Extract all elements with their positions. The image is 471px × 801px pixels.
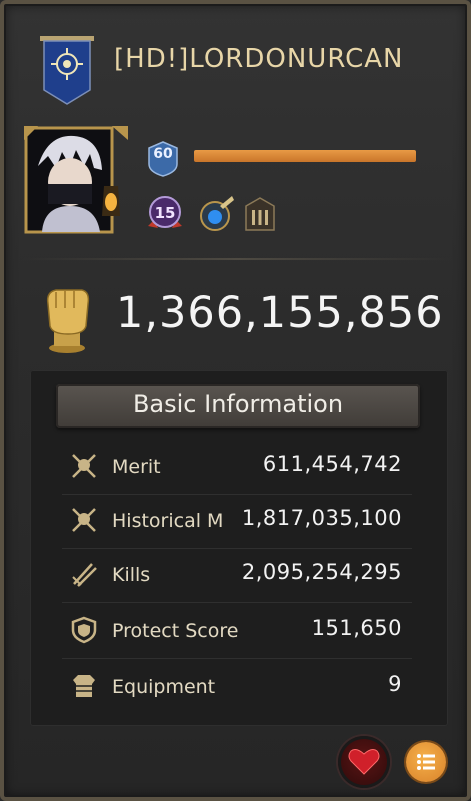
list-icon [417,754,435,770]
stat-value: 151,650 [309,616,402,640]
stat-label: Merit [112,456,161,478]
crossed-swords-skull-icon [72,508,96,532]
stat-label: Protect Score [112,620,239,642]
stat-value: 9 [386,672,402,696]
xp-bar-fill [194,150,416,162]
gem-icon[interactable] [196,192,236,234]
stat-row-protect-score: Protect Score 151,650 [62,608,412,659]
fist-icon [46,289,90,353]
crossed-swords-skull-icon [72,454,96,478]
alliance-banner-icon[interactable] [38,34,96,106]
shield-icon [71,616,97,644]
stat-label: Historical M [112,510,224,532]
stat-label: Kills [112,564,151,586]
heart-icon [348,749,380,775]
power-value: 1,366,155,856 [116,288,444,338]
museum-icon[interactable] [244,196,276,232]
player-avatar[interactable] [24,126,128,238]
like-button[interactable] [338,736,390,788]
stat-value: 2,095,254,295 [239,560,402,584]
stat-value: 1,817,035,100 [239,506,402,530]
stat-value: 611,454,742 [260,452,402,476]
stat-row-equipment: Equipment 9 [62,664,412,714]
stat-label: Equipment [112,676,216,698]
player-level: 60 [153,146,173,162]
menu-button[interactable] [406,742,446,782]
xp-bar [194,150,416,162]
basic-info-title: Basic Information [132,390,344,418]
stat-row-merit: Merit 611,454,742 [62,444,412,495]
section-divider [22,258,452,260]
armor-icon [73,675,95,697]
player-name: [HD!]LORDONURCAN [114,44,404,74]
stat-row-historical-merit: Historical M 1,817,035,100 [62,498,412,549]
crossed-swords-icon [72,563,97,587]
vip-level: 15 [154,204,176,222]
stat-row-kills: Kills 2,095,254,295 [62,552,412,603]
